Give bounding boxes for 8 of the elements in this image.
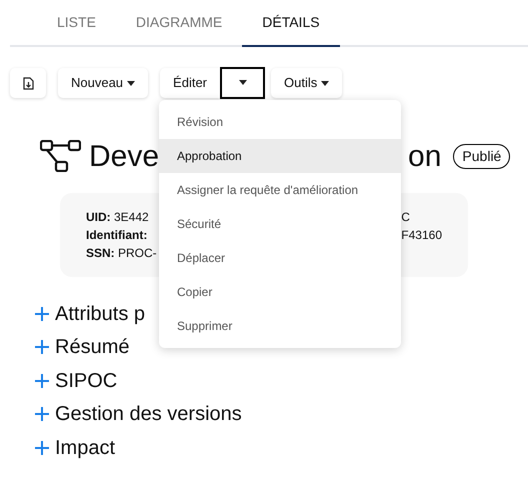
- info-line: SSN: PROC-: [86, 245, 157, 262]
- info-value: C: [401, 209, 411, 226]
- page-title: on: [408, 138, 442, 174]
- page-title: Deve: [89, 138, 160, 174]
- info-line: Identifiant:: [86, 227, 148, 244]
- status-badge: Publié: [453, 144, 510, 168]
- info-line: UID: 3E442: [86, 209, 150, 226]
- info-value: F43160: [401, 227, 442, 244]
